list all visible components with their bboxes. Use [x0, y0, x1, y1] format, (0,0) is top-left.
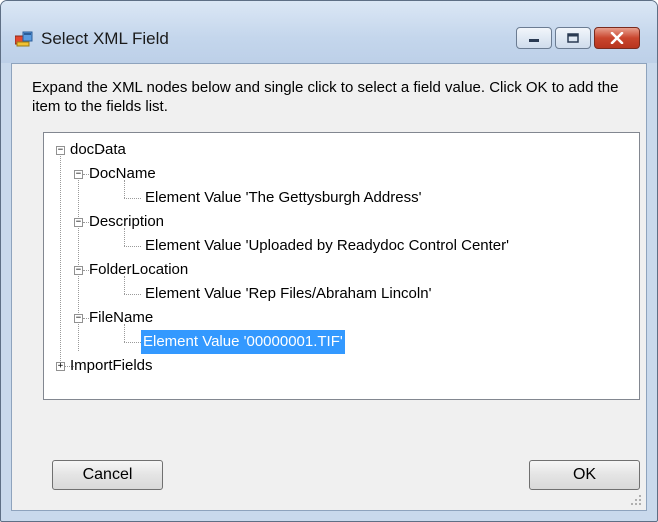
tree-node-filename-value[interactable]: Element Value '00000001.TIF' — [44, 330, 444, 354]
dialog-client-area: Expand the XML nodes below and single cl… — [11, 63, 647, 511]
resize-grip-icon[interactable] — [630, 494, 642, 506]
collapse-toggle-icon[interactable]: − — [56, 146, 65, 155]
tree-node-filename[interactable]: − FileName — [44, 306, 244, 330]
app-icon — [15, 31, 33, 47]
tree-node-importfields[interactable]: + ImportFields — [44, 354, 244, 378]
minimize-button[interactable] — [516, 27, 552, 49]
selected-tree-node-label[interactable]: Element Value '00000001.TIF' — [141, 330, 345, 354]
tree-node-docname-value[interactable]: Element Value 'The Gettysburgh Address' — [44, 186, 604, 210]
expand-toggle-icon[interactable]: + — [56, 362, 65, 371]
collapse-toggle-icon[interactable]: − — [74, 266, 83, 275]
tree-node-description[interactable]: − Description — [44, 210, 244, 234]
tree-node-label[interactable]: Description — [87, 210, 166, 234]
tree-node-docname[interactable]: − DocName — [44, 162, 244, 186]
collapse-toggle-icon[interactable]: − — [74, 170, 83, 179]
close-button[interactable] — [594, 27, 640, 49]
cancel-button[interactable]: Cancel — [52, 460, 163, 490]
maximize-button[interactable] — [555, 27, 591, 49]
instruction-text: Expand the XML nodes below and single cl… — [32, 79, 619, 115]
collapse-toggle-icon[interactable]: − — [74, 314, 83, 323]
tree-node-label[interactable]: FolderLocation — [87, 258, 190, 282]
tree-node-label[interactable]: Element Value 'The Gettysburgh Address' — [143, 186, 423, 210]
tree-node-label[interactable]: Element Value 'Uploaded by Readydoc Cont… — [143, 234, 511, 258]
xml-tree-view[interactable]: − docData − DocName Element Value 'The G… — [43, 132, 640, 400]
tree-node-folderlocation-value[interactable]: Element Value 'Rep Files/Abraham Lincoln… — [44, 282, 604, 306]
tree-node-folderlocation[interactable]: − FolderLocation — [44, 258, 244, 282]
tree-node-label[interactable]: Element Value 'Rep Files/Abraham Lincoln… — [143, 282, 433, 306]
tree-node-label[interactable]: FileName — [87, 306, 155, 330]
collapse-toggle-icon[interactable]: − — [74, 218, 83, 227]
tree-node-label[interactable]: DocName — [87, 162, 158, 186]
dialog-window: Select XML Field Expand the XML nodes be… — [0, 0, 658, 522]
tree-node-docdata[interactable]: − docData — [44, 138, 244, 162]
tree-node-label[interactable]: docData — [68, 138, 128, 162]
window-title: Select XML Field — [41, 29, 169, 48]
ok-button[interactable]: OK — [529, 460, 640, 490]
maximize-icon — [567, 33, 579, 43]
close-icon — [610, 32, 624, 44]
tree-node-description-value[interactable]: Element Value 'Uploaded by Readydoc Cont… — [44, 234, 634, 258]
title-bar[interactable]: Select XML Field — [1, 1, 657, 63]
minimize-icon — [529, 39, 539, 42]
tree-node-label[interactable]: ImportFields — [68, 354, 155, 378]
